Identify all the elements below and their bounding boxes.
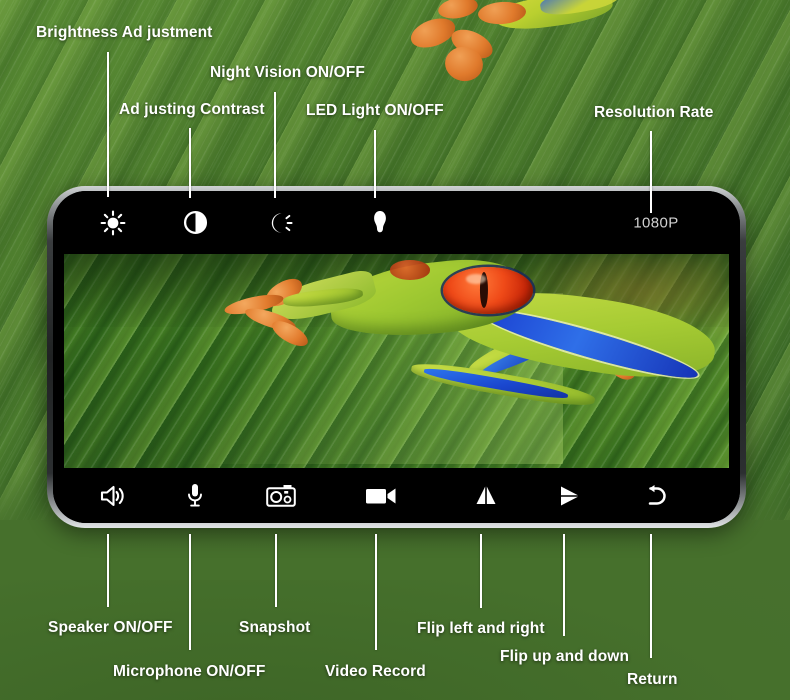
night-vision-moon-icon [271,212,293,233]
callout-line-return [650,534,652,658]
return-arrow-icon [648,484,666,505]
callout-line-speaker [107,534,109,607]
flip-left-right-arrow-icon [561,486,578,505]
night-vision-button[interactable] [258,204,302,242]
brightness-button[interactable] [91,204,135,242]
callout-line-night-vision [274,92,276,198]
callout-line-brightness [107,52,109,197]
video-record-button[interactable] [359,477,403,515]
camera-icon [266,484,296,507]
contrast-half-circle-icon [183,210,207,235]
sun-icon [100,210,126,235]
callout-contrast: Ad justing Contrast [119,101,265,118]
callout-line-snapshot [275,534,277,607]
callout-line-led-light [374,130,376,198]
flip-up-down-button[interactable] [464,477,508,515]
video-preview[interactable] [64,254,729,468]
frog-eye [443,266,533,314]
callout-return: Return [627,671,678,688]
return-button[interactable] [634,477,678,515]
callout-led-light: LED Light ON/OFF [306,102,444,119]
flip-left-right-button[interactable] [547,477,591,515]
bottom-toolbar [53,468,740,523]
frog-subject [64,254,729,468]
callout-line-flip-left-right [480,534,482,608]
callout-line-microphone [189,534,191,650]
top-toolbar: 1080P [53,191,740,254]
video-frame [64,254,729,468]
callout-video-record: Video Record [325,663,426,680]
microphone-icon [188,484,202,507]
callout-night-vision: Night Vision ON/OFF [210,64,365,81]
frog-eye-glint [466,274,487,284]
speaker-button[interactable] [91,477,135,515]
callout-snapshot: Snapshot [239,619,311,636]
frog-eye-far [389,260,430,280]
led-light-button[interactable] [358,204,402,242]
lightbulb-icon [374,210,386,232]
resolution-label: 1080P [633,214,679,231]
frog-foot-decoration [390,0,622,97]
callout-line-resolution-rate [650,131,652,213]
callout-resolution-rate: Resolution Rate [594,104,714,121]
callout-line-video-record [375,534,377,650]
contrast-button[interactable] [173,204,217,242]
snapshot-button[interactable] [259,477,303,515]
video-camera-icon [366,488,396,503]
device-screen-area: 1080P [53,191,740,523]
monitor-device: 1080P [47,186,746,528]
callout-line-flip-up-down [563,534,565,636]
callout-flip-left-right: Flip left and right [417,620,545,637]
callout-speaker: Speaker ON/OFF [48,619,173,636]
microphone-button[interactable] [173,477,217,515]
callout-line-contrast [189,128,191,198]
speaker-icon [100,485,124,506]
callout-brightness: Brightness Ad justment [36,24,213,41]
callout-flip-up-down: Flip up and down [500,648,630,665]
callout-microphone: Microphone ON/OFF [113,663,266,680]
flip-up-down-arrow-icon [476,486,496,504]
